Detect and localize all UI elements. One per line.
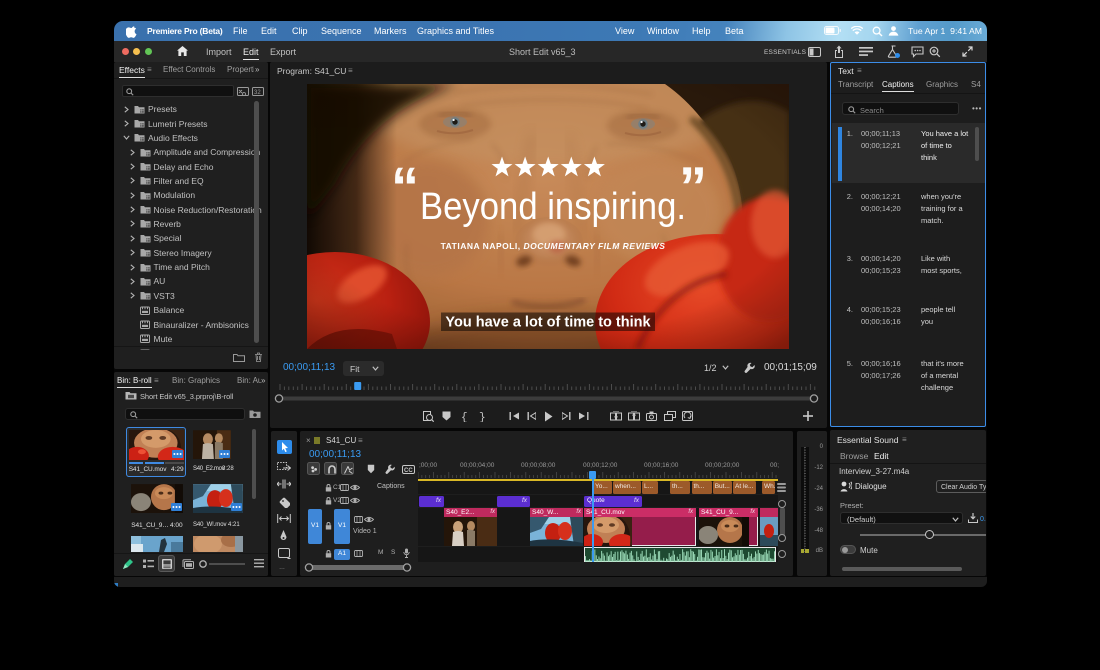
svg-text:32: 32 xyxy=(254,90,261,96)
svg-text:You have a lot of time to thin: You have a lot of time to think xyxy=(445,315,651,331)
svg-text:}: } xyxy=(479,412,486,422)
svg-text:CC: CC xyxy=(404,467,413,473)
svg-text:{: { xyxy=(461,412,468,422)
svg-text:Beyond inspiring.: Beyond inspiring. xyxy=(420,186,686,228)
svg-text:“: “ xyxy=(391,155,419,218)
svg-text:TATIANA NAPOLI, DOCUMENTARY FI: TATIANA NAPOLI, DOCUMENTARY FILM REVIEWS xyxy=(441,241,666,251)
